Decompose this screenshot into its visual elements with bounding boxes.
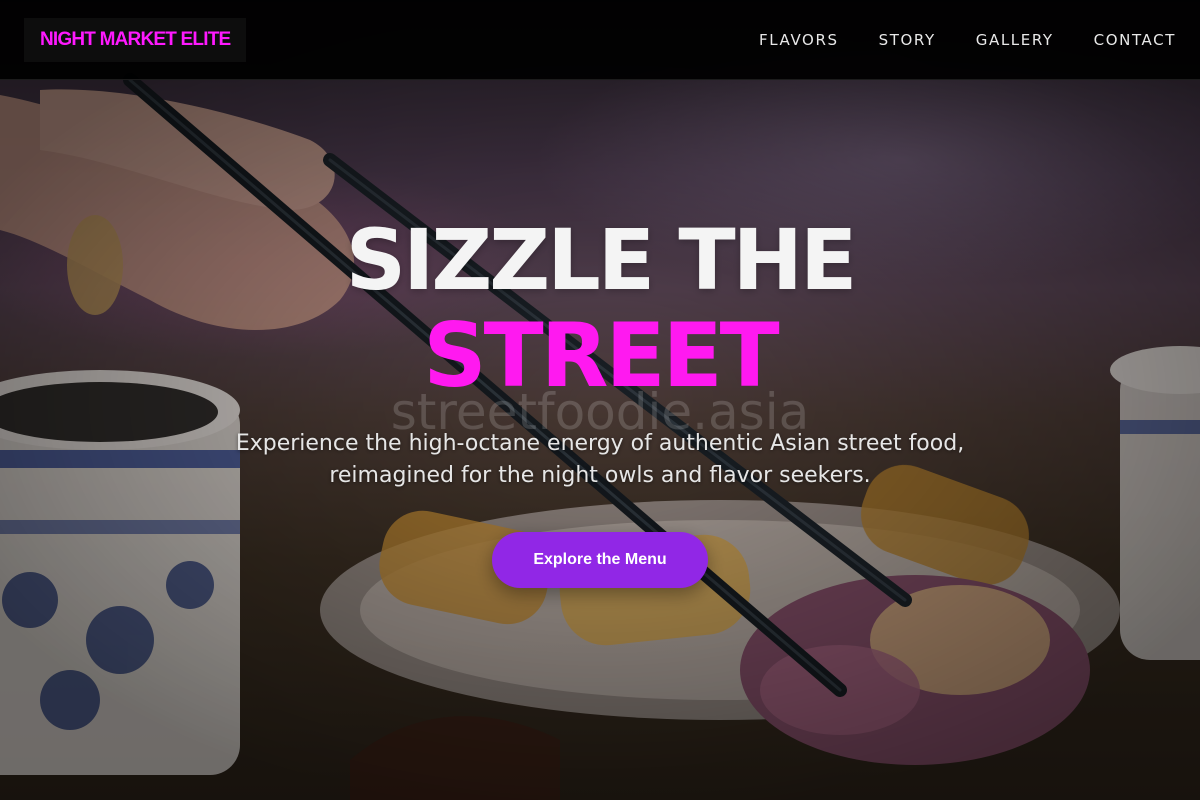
hero-section: SIZZLE THE STREET streetfoodie.asia Expe… (0, 0, 1200, 800)
nav-link-flavors[interactable]: FLAVORS (759, 31, 839, 49)
brand-logo-link[interactable]: NIGHT MARKET ELITE (24, 17, 247, 62)
explore-menu-button[interactable]: Explore the Menu (492, 532, 708, 588)
hero-subtitle: Experience the high-octane energy of aut… (235, 431, 965, 488)
nav-link-gallery[interactable]: GALLERY (976, 31, 1054, 49)
top-navbar: NIGHT MARKET ELITE FLAVORS STORY GALLERY… (0, 0, 1200, 80)
nav-link-story[interactable]: STORY (879, 31, 936, 49)
nav-link-contact[interactable]: CONTACT (1094, 31, 1176, 49)
hero-title-line-1: SIZZLE THE (345, 211, 858, 309)
nav-links: FLAVORS STORY GALLERY CONTACT (719, 31, 1176, 49)
